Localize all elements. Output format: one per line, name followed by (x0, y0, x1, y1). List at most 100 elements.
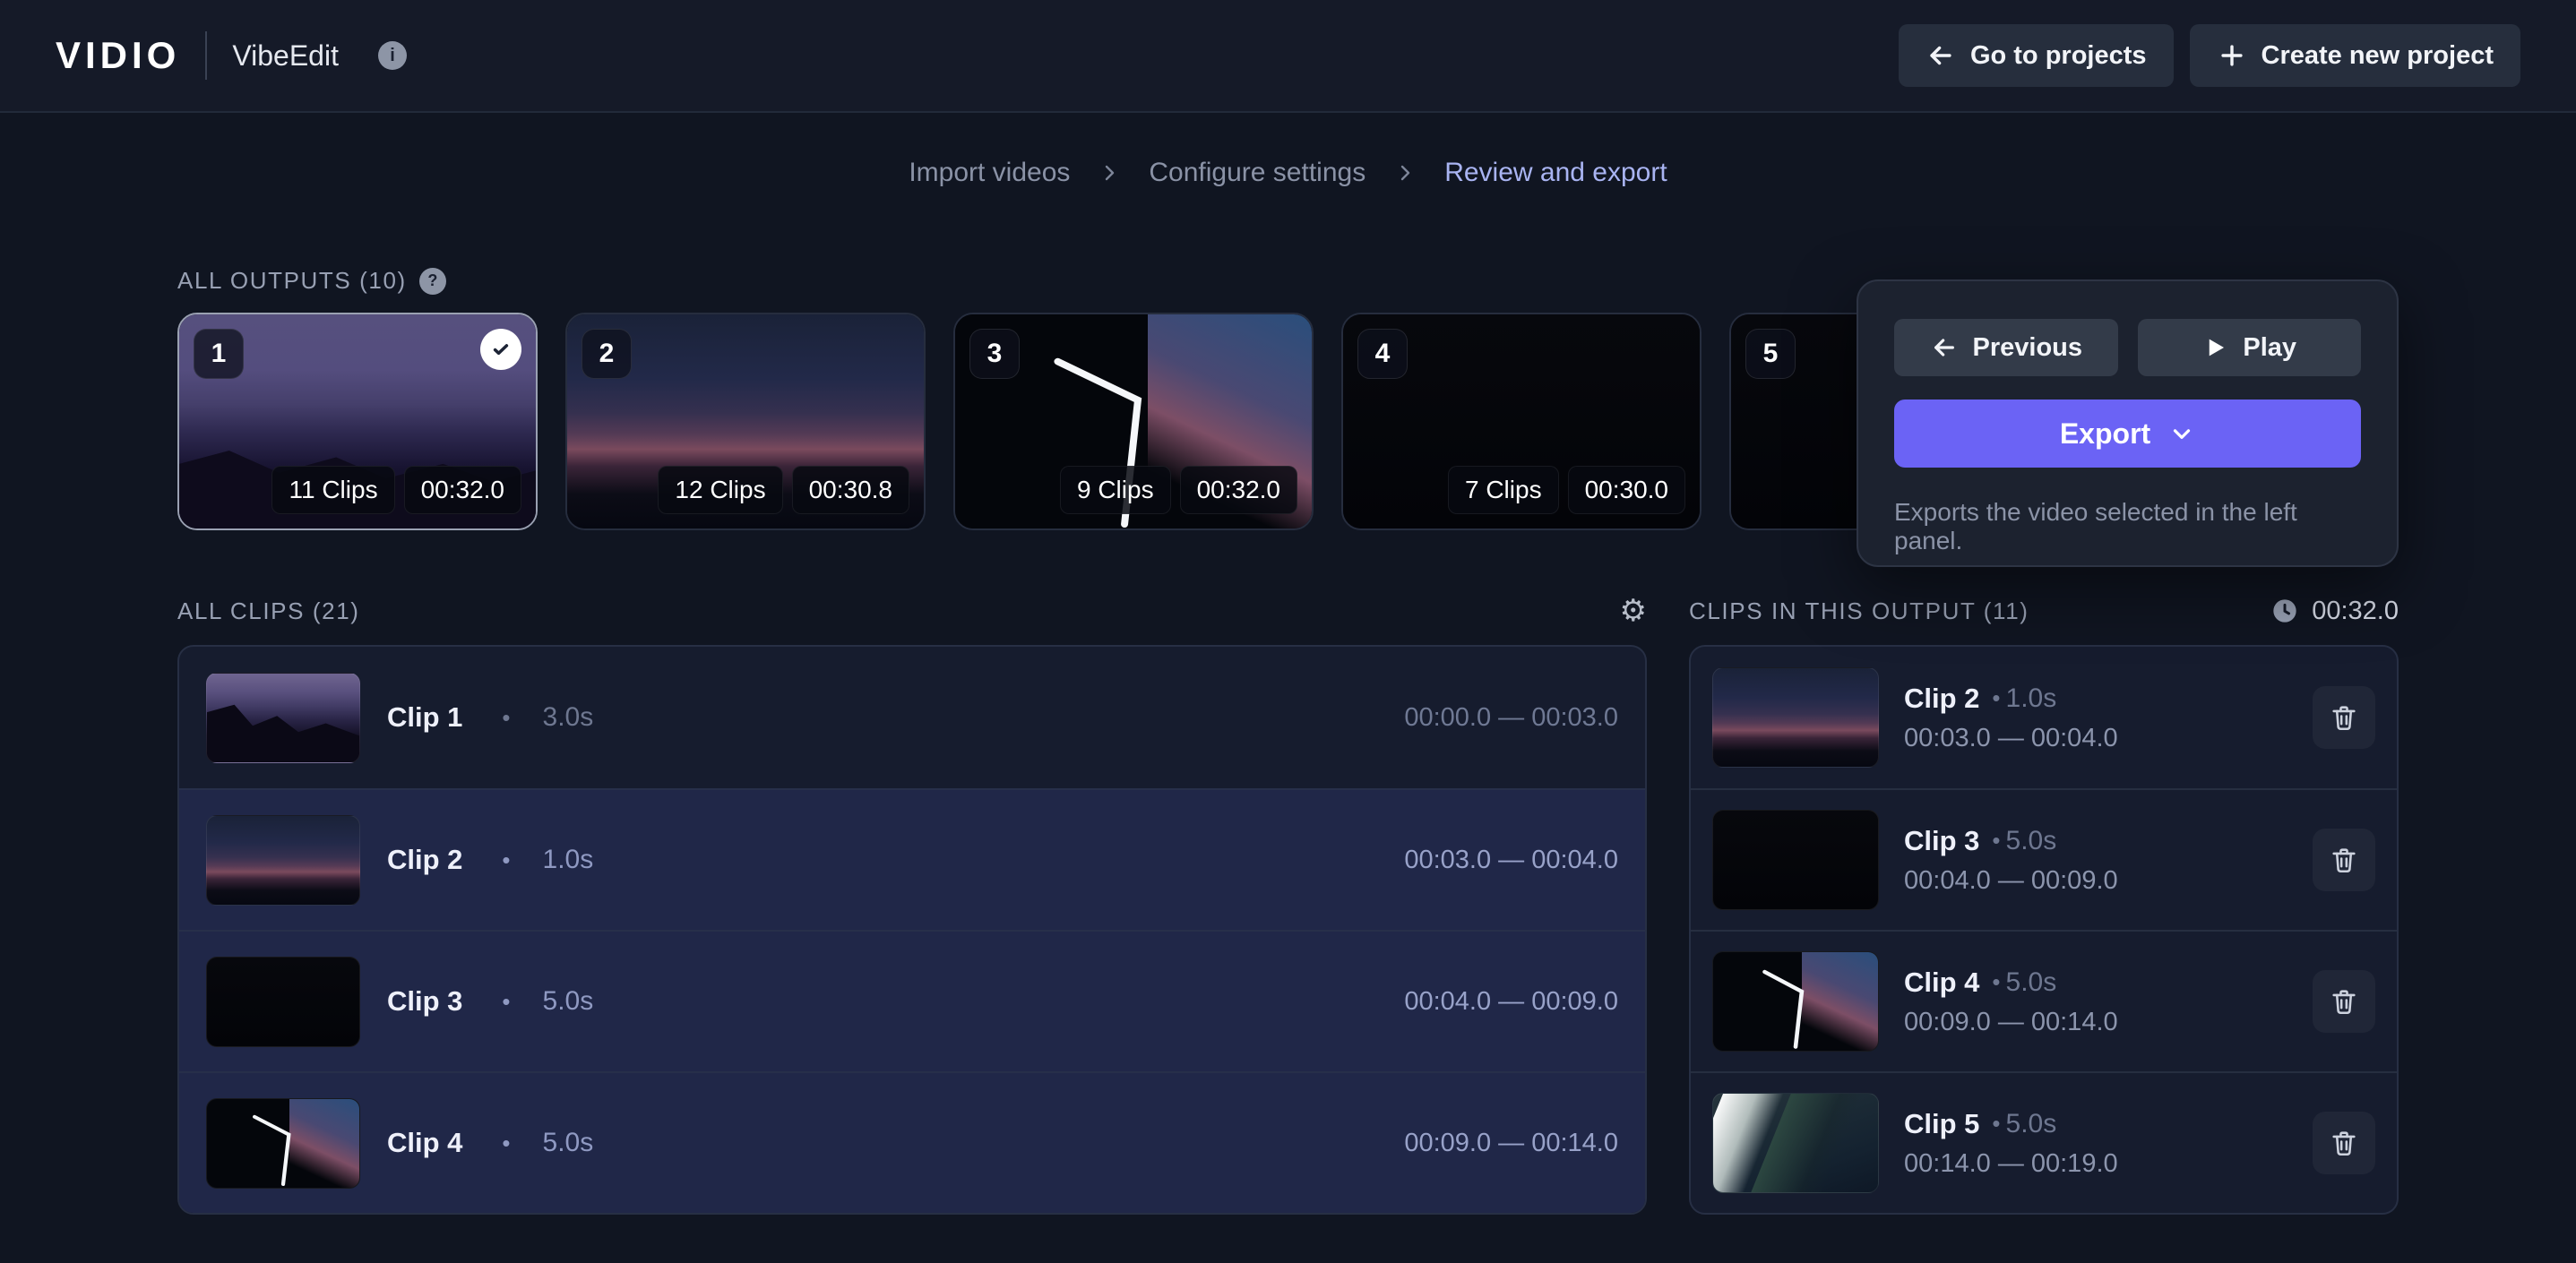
duration-badge: 00:30.8 (792, 466, 909, 514)
breadcrumb-step-import[interactable]: Import videos (909, 158, 1070, 188)
main-content: ALL CLIPS (21) ⚙ Clip 1 • 3.0s 00:00.0 —… (177, 593, 2399, 1215)
clips-count-badge: 9 Clips (1060, 466, 1171, 514)
output-clips-title: CLIPS IN THIS OUTPUT (11) (1689, 597, 2029, 625)
previous-button[interactable]: Previous (1894, 319, 2118, 376)
clip-row-2[interactable]: Clip 2 • 1.0s 00:03.0 — 00:04.0 (179, 788, 1645, 930)
all-outputs-title: ALL OUTPUTS (10) (177, 267, 407, 295)
output-number-badge: 3 (969, 329, 1020, 379)
all-clips-section: ALL CLIPS (21) ⚙ Clip 1 • 3.0s 00:00.0 —… (177, 593, 1647, 1215)
topbar-actions: Go to projects Create new project (1899, 24, 2520, 87)
info-icon[interactable]: i (378, 41, 407, 70)
bullet: • (502, 846, 510, 874)
output-number-badge: 2 (582, 329, 632, 379)
clip-duration: 5.0s (2006, 1109, 2057, 1139)
play-icon (2201, 334, 2228, 361)
clip-duration: 3.0s (543, 702, 594, 733)
chevron-right-icon (1098, 162, 1120, 184)
output-number-badge: 5 (1745, 329, 1796, 379)
clip-thumbnail (1712, 810, 1879, 910)
output-number-badge: 1 (194, 329, 244, 379)
clip-time-range: 00:04.0 — 00:09.0 (1404, 987, 1618, 1017)
all-clips-list: Clip 1 • 3.0s 00:00.0 — 00:03.0 Clip 2 •… (177, 645, 1647, 1215)
clip-duration: 1.0s (2006, 683, 2057, 714)
clip-thumbnail (206, 957, 360, 1047)
arrow-left-icon (1930, 333, 1959, 362)
duration-badge: 00:32.0 (404, 466, 521, 514)
create-new-project-label: Create new project (2262, 41, 2494, 71)
output-clip-row-1[interactable]: Clip 2 • 1.0s 00:03.0 — 00:04.0 (1691, 647, 2397, 788)
clips-count-badge: 7 Clips (1448, 466, 1559, 514)
clip-name: Clip 3 (387, 985, 462, 1018)
clip-thumbnail (1712, 1093, 1879, 1193)
delete-clip-button[interactable] (2313, 970, 2375, 1033)
breadcrumb: Import videos Configure settings Review … (0, 158, 2576, 188)
output-clip-row-4[interactable]: Clip 5 • 5.0s 00:14.0 — 00:19.0 (1691, 1071, 2397, 1213)
clip-time-range: 00:04.0 — 00:09.0 (1904, 866, 2118, 896)
clip-duration: 5.0s (2006, 826, 2057, 856)
clips-count-badge: 11 Clips (271, 466, 394, 514)
clip-thumbnail (206, 673, 360, 763)
clip-name: Clip 5 (1904, 1108, 1979, 1140)
output-number-badge: 4 (1357, 329, 1408, 379)
export-button[interactable]: Export (1894, 400, 2361, 468)
clip-row-1[interactable]: Clip 1 • 3.0s 00:00.0 — 00:03.0 (179, 647, 1645, 788)
clip-time-range: 00:03.0 — 00:04.0 (1404, 846, 1618, 875)
bullet: • (502, 704, 510, 732)
breadcrumb-step-configure[interactable]: Configure settings (1149, 158, 1366, 188)
plus-icon (2217, 40, 2247, 71)
action-panel: Previous Play Export Exports the video s… (1857, 279, 2399, 567)
clip-name: Clip 4 (387, 1127, 462, 1159)
delete-clip-button[interactable] (2313, 1112, 2375, 1174)
bullet: • (502, 1130, 510, 1157)
clip-duration: 5.0s (543, 1128, 594, 1158)
bullet: • (1992, 827, 2000, 855)
clip-thumbnail (206, 815, 360, 906)
clip-row-3[interactable]: Clip 3 • 5.0s 00:04.0 — 00:09.0 (179, 930, 1645, 1071)
bullet: • (502, 988, 510, 1016)
clips-count-badge: 12 Clips (658, 466, 782, 514)
bullet: • (1992, 968, 2000, 996)
clip-duration: 5.0s (543, 986, 594, 1017)
clip-duration: 1.0s (543, 845, 594, 875)
clip-name: Clip 1 (387, 701, 462, 734)
output-total-duration: 00:32.0 (2312, 597, 2399, 626)
previous-label: Previous (1973, 333, 2083, 363)
brand: VIDIO VibeEdit i (56, 31, 407, 80)
play-button[interactable]: Play (2138, 319, 2362, 376)
clip-thumbnail (206, 1098, 360, 1189)
output-clips-list: Clip 2 • 1.0s 00:03.0 — 00:04.0 C (1689, 645, 2399, 1215)
output-clip-row-2[interactable]: Clip 3 • 5.0s 00:04.0 — 00:09.0 (1691, 788, 2397, 930)
clip-name: Clip 2 (387, 844, 462, 876)
clip-row-4[interactable]: Clip 4 • 5.0s 00:09.0 — 00:14.0 (179, 1071, 1645, 1213)
help-icon[interactable]: ? (419, 268, 446, 295)
clip-name: Clip 3 (1904, 825, 1979, 857)
gear-icon[interactable]: ⚙ (1620, 596, 1647, 626)
go-to-projects-label: Go to projects (1970, 41, 2147, 71)
topbar: VIDIO VibeEdit i Go to projects Create n… (0, 0, 2576, 113)
output-card-2[interactable]: 2 12 Clips 00:30.8 (565, 313, 926, 530)
output-clip-row-3[interactable]: Clip 4 • 5.0s 00:09.0 — 00:14.0 (1691, 930, 2397, 1071)
clip-time-range: 00:09.0 — 00:14.0 (1404, 1129, 1618, 1158)
create-new-project-button[interactable]: Create new project (2190, 24, 2520, 87)
go-to-projects-button[interactable]: Go to projects (1899, 24, 2174, 87)
arrow-left-icon (1926, 40, 1956, 71)
clip-time-range: 00:14.0 — 00:19.0 (1904, 1149, 2118, 1179)
export-label: Export (2060, 417, 2150, 451)
check-icon (480, 329, 521, 370)
delete-clip-button[interactable] (2313, 686, 2375, 749)
clock-icon (2270, 597, 2299, 625)
output-card-1[interactable]: 1 11 Clips 00:32.0 (177, 313, 538, 530)
all-clips-title: ALL CLIPS (21) (177, 597, 360, 625)
output-card-4[interactable]: 4 7 Clips 00:30.0 (1341, 313, 1702, 530)
clip-time-range: 00:00.0 — 00:03.0 (1404, 703, 1618, 733)
clip-duration: 5.0s (2006, 967, 2057, 998)
bullet: • (1992, 684, 2000, 712)
bullet: • (1992, 1110, 2000, 1138)
clip-time-range: 00:03.0 — 00:04.0 (1904, 724, 2118, 753)
delete-clip-button[interactable] (2313, 829, 2375, 891)
clip-thumbnail (1712, 951, 1879, 1052)
output-card-3[interactable]: 3 9 Clips 00:32.0 (953, 313, 1314, 530)
chevron-right-icon (1394, 162, 1416, 184)
duration-badge: 00:32.0 (1180, 466, 1297, 514)
breadcrumb-step-review[interactable]: Review and export (1444, 158, 1667, 188)
